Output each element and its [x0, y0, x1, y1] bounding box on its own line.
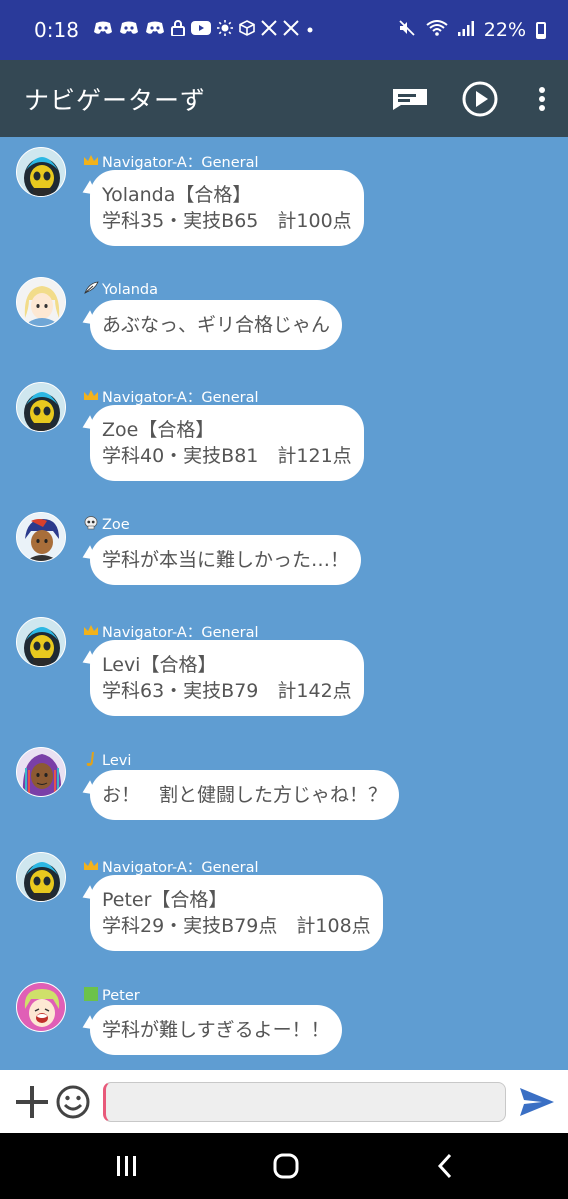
sun-icon	[216, 20, 233, 40]
cube-icon	[239, 20, 255, 40]
play-icon	[462, 81, 498, 116]
discord-icon	[93, 21, 113, 39]
avatar-navigator-a[interactable]	[16, 147, 66, 197]
sender-name: Navigator-A：General	[82, 856, 259, 877]
wifi-icon	[426, 19, 448, 41]
status-bar: 0:18 22%	[0, 0, 568, 60]
input-bar	[0, 1070, 568, 1133]
more-button[interactable]	[522, 71, 562, 127]
avatar-zoe[interactable]	[16, 512, 66, 562]
discord-icon	[145, 21, 165, 39]
youtube-icon	[190, 21, 211, 39]
message-bubble[interactable]: Levi【合格】 学科63・実技B79 計142点	[90, 640, 364, 716]
message-bubble[interactable]: お！ 割と健闘した方じゃね！？	[90, 770, 400, 820]
feather-icon	[82, 281, 99, 299]
app-bar: ナビゲーターず	[0, 60, 568, 137]
recents-button[interactable]	[107, 1149, 147, 1183]
green-square-icon	[82, 986, 99, 1006]
battery-text: 22%	[483, 19, 526, 41]
crown-icon	[82, 624, 99, 640]
crown-icon	[82, 389, 99, 405]
message-button[interactable]	[382, 71, 438, 127]
home-icon	[273, 1153, 299, 1179]
play-button[interactable]	[452, 71, 508, 127]
message-bubble[interactable]: Peter【合格】 学科29・実技B79点 計108点	[90, 875, 383, 951]
x-icon	[283, 20, 299, 40]
skull-icon	[82, 516, 99, 534]
sender-name: Zoe	[82, 516, 130, 534]
crown-icon	[82, 154, 99, 170]
home-button[interactable]	[266, 1149, 306, 1183]
notification-icons	[93, 20, 315, 40]
message-bubble[interactable]: あぶなっ、ギリ合格じゃん	[90, 300, 343, 350]
lock-icon	[170, 20, 185, 40]
message-bubble[interactable]: 学科が難しすぎるよー！！	[90, 1005, 342, 1055]
status-time: 0:18	[34, 18, 79, 42]
crown-icon	[82, 859, 99, 875]
avatar-navigator-a[interactable]	[16, 852, 66, 902]
more-icon	[539, 86, 545, 111]
sender-name: Navigator-A：General	[82, 386, 259, 407]
recents-icon	[117, 1156, 136, 1176]
emoji-icon	[56, 1085, 90, 1118]
avatar-navigator-a[interactable]	[16, 382, 66, 432]
avatar-yolanda[interactable]	[16, 277, 66, 327]
message-icon	[393, 88, 427, 110]
x-icon	[261, 20, 277, 40]
signal-icon	[457, 19, 474, 41]
back-button[interactable]	[425, 1149, 465, 1183]
dot-icon	[305, 21, 315, 39]
sender-name: Peter	[82, 986, 140, 1006]
back-icon	[437, 1153, 452, 1179]
sender-name: Navigator-A：General	[82, 621, 259, 642]
message-bubble[interactable]: 学科が本当に難しかった…！	[90, 535, 362, 585]
sender-name: Navigator-A：General	[82, 151, 259, 172]
message-input[interactable]	[103, 1081, 506, 1122]
mute-icon	[398, 19, 416, 42]
status-right: 22%	[398, 19, 546, 42]
message-bubble[interactable]: Yolanda【合格】 学科35・実技B65 計100点	[90, 170, 364, 246]
saxophone-icon	[82, 751, 99, 771]
send-button[interactable]	[518, 1083, 556, 1121]
message-bubble[interactable]: Zoe【合格】 学科40・実技B81 計121点	[90, 405, 364, 481]
app-title: ナビゲーターず	[24, 85, 207, 115]
add-button[interactable]	[14, 1084, 50, 1120]
avatar-peter[interactable]	[16, 982, 66, 1032]
battery-icon	[536, 21, 546, 39]
app-actions	[368, 60, 568, 137]
send-icon	[520, 1087, 554, 1116]
sender-name: Yolanda	[82, 281, 158, 299]
chat-area[interactable]: Navigator-A：General Yolanda【合格】 学科35・実技B…	[0, 137, 568, 1070]
sender-name: Levi	[82, 751, 131, 771]
system-nav-bar	[0, 1133, 568, 1199]
emoji-button[interactable]	[54, 1083, 92, 1121]
discord-icon	[119, 21, 139, 39]
avatar-navigator-a[interactable]	[16, 617, 66, 667]
avatar-levi[interactable]	[16, 747, 66, 797]
